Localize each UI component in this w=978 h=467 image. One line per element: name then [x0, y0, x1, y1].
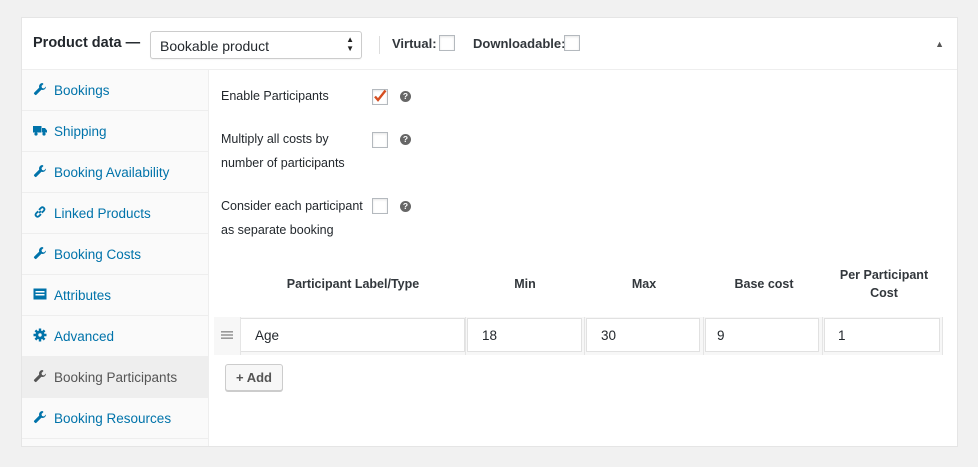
booking-participants-panel: Enable Participants ? Multiply all costs… — [210, 70, 957, 446]
consider-each-label-line2: as separate booking — [221, 223, 334, 237]
drag-handle-icon[interactable] — [221, 329, 233, 341]
consider-each-label-line1: Consider each participant — [221, 199, 363, 213]
product-data-tabs: Bookings Shipping Booking Availability L… — [22, 70, 209, 446]
help-icon[interactable]: ? — [400, 91, 411, 102]
multiply-costs-checkbox[interactable] — [372, 132, 388, 148]
participants-table-header: Participant Label/Type Min Max Base cost… — [210, 266, 957, 306]
sidebar-item-booking-costs[interactable]: Booking Costs — [22, 234, 208, 275]
cell-divider — [942, 317, 943, 355]
col-header-label-type: Participant Label/Type — [286, 277, 420, 291]
checkmark-icon — [374, 89, 387, 102]
sidebar-item-booking-resources[interactable]: Booking Resources — [22, 398, 208, 439]
min-input[interactable]: 18 — [467, 318, 582, 352]
sidebar-item-label: Shipping — [54, 124, 107, 139]
wrench-icon — [33, 411, 46, 424]
wrench-icon — [33, 247, 46, 260]
enable-participants-label: Enable Participants — [221, 89, 329, 103]
add-participant-button[interactable]: + Add — [225, 364, 283, 391]
virtual-label: Virtual: — [392, 36, 437, 51]
sidebar-item-label: Bookings — [54, 83, 110, 98]
truck-icon — [33, 126, 47, 136]
col-header-per-participant-line2: Cost — [870, 286, 898, 300]
sidebar-item-label: Booking Availability — [54, 165, 170, 180]
enable-participants-checkbox[interactable] — [372, 89, 388, 105]
max-input[interactable]: 30 — [586, 318, 700, 352]
help-icon[interactable]: ? — [400, 201, 411, 212]
sidebar-item-label: Advanced — [54, 329, 115, 344]
sidebar-item-label: Booking Participants — [54, 370, 178, 385]
cell-divider — [465, 317, 466, 355]
product-data-panel: Product data — Bookable product ▲ ▼ Virtu… — [21, 17, 958, 447]
wrench-icon — [33, 370, 46, 383]
participant-label-input[interactable]: Age — [241, 318, 465, 352]
cell-divider — [584, 317, 585, 355]
cell-divider — [822, 317, 823, 355]
product-type-select[interactable]: Bookable product ▲ ▼ — [150, 31, 362, 59]
sidebar-item-attributes[interactable]: Attributes — [22, 275, 208, 316]
list-icon — [33, 288, 47, 300]
multiply-costs-label-line2: number of participants — [221, 156, 345, 170]
col-header-min: Min — [514, 277, 536, 291]
consider-each-checkbox[interactable] — [372, 198, 388, 214]
select-arrows-icon: ▲ ▼ — [346, 35, 354, 53]
virtual-checkbox[interactable] — [439, 35, 455, 51]
help-icon[interactable]: ? — [400, 134, 411, 145]
wrench-icon — [33, 83, 46, 96]
sidebar-item-shipping[interactable]: Shipping — [22, 111, 208, 152]
triangle-up-icon[interactable]: ▲ — [935, 39, 944, 49]
link-icon — [34, 206, 46, 218]
sidebar-item-booking-availability[interactable]: Booking Availability — [22, 152, 208, 193]
downloadable-label: Downloadable: — [473, 36, 566, 51]
col-header-per-participant-line1: Per Participant — [839, 268, 929, 282]
col-header-base-cost: Base cost — [734, 277, 794, 291]
sidebar-item-label: Linked Products — [54, 206, 151, 221]
sidebar-item-bookings[interactable]: Bookings — [22, 70, 208, 111]
gear-icon — [33, 328, 47, 342]
sidebar-item-label: Booking Resources — [54, 411, 172, 426]
downloadable-checkbox[interactable] — [564, 35, 580, 51]
sidebar-item-label: Attributes — [54, 288, 112, 303]
sidebar-item-booking-participants[interactable]: Booking Participants — [22, 357, 208, 398]
panel-header: Product data — Bookable product ▲ ▼ Virtu… — [22, 18, 957, 70]
sidebar-item-label: Booking Costs — [54, 247, 142, 262]
base-cost-input[interactable]: 9 — [705, 318, 819, 352]
header-divider — [379, 36, 380, 54]
cell-divider — [703, 317, 704, 355]
sidebar-item-linked-products[interactable]: Linked Products — [22, 193, 208, 234]
col-header-max: Max — [631, 277, 657, 291]
wrench-icon — [33, 165, 46, 178]
product-type-value: Bookable product — [160, 38, 269, 54]
sidebar-item-advanced[interactable]: Advanced — [22, 316, 208, 357]
multiply-costs-label-line1: Multiply all costs by — [221, 132, 329, 146]
panel-title: Product data — — [33, 35, 141, 51]
per-participant-cost-input[interactable]: 1 — [824, 318, 940, 352]
